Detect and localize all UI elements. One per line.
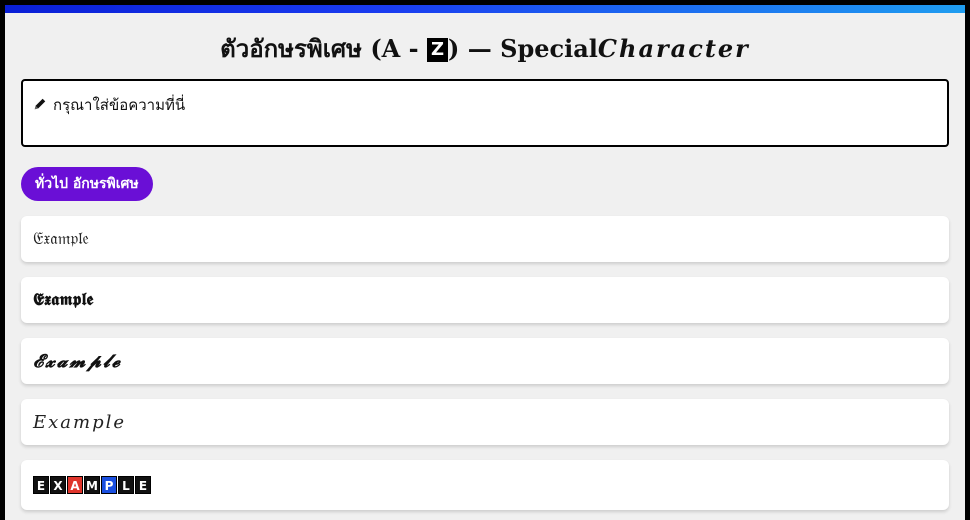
page-title: ตัวอักษรพิเศษ (A - Z) — SpecialCharacter: [5, 29, 965, 68]
boxed-letter: E: [33, 476, 49, 494]
text-input[interactable]: กรุณาใส่ข้อความที่นี่: [21, 79, 949, 147]
title-script: Character: [597, 34, 750, 63]
title-z-box: Z: [426, 38, 449, 62]
result-text: 𝐸𝑥𝑎𝑚𝑝𝑙𝑒: [33, 411, 127, 433]
result-text: 𝔈𝔵𝔞𝔪𝔭𝔩𝔢: [33, 229, 89, 249]
app-frame: ตัวอักษรพิเศษ (A - Z) — SpecialCharacter…: [5, 5, 965, 520]
title-mid: ) — Special: [448, 34, 598, 63]
boxed-letter: M: [84, 476, 100, 494]
boxed-letter: X: [50, 476, 66, 494]
boxed-letter: E: [135, 476, 151, 494]
result-card-bold-script[interactable]: 𝓔𝔁𝓪𝓶𝓹𝓵𝓮: [21, 338, 949, 384]
boxed-letter: P: [101, 476, 117, 494]
result-card-fraktur[interactable]: 𝔈𝔵𝔞𝔪𝔭𝔩𝔢: [21, 216, 949, 262]
boxed-letter: A: [67, 476, 83, 494]
boxed-letters: EXAMPLE: [33, 476, 151, 494]
result-text: 𝕰𝖝𝖆𝖒𝖕𝖑𝖊: [33, 290, 94, 310]
result-card-bold-fraktur[interactable]: 𝕰𝖝𝖆𝖒𝖕𝖑𝖊: [21, 277, 949, 323]
input-placeholder: กรุณาใส่ข้อความที่นี่: [53, 96, 186, 114]
boxed-letter: L: [118, 476, 134, 494]
pencil-icon: [34, 98, 46, 110]
top-accent-bar: [5, 5, 965, 13]
result-text: 𝓔𝔁𝓪𝓶𝓹𝓵𝓮: [33, 350, 122, 372]
title-thai: ตัวอักษรพิเศษ (A -: [220, 34, 427, 63]
result-card-italic[interactable]: 𝐸𝑥𝑎𝑚𝑝𝑙𝑒: [21, 399, 949, 445]
tab-general-special[interactable]: ทั่วไป อักษรพิเศษ: [21, 167, 153, 201]
result-card-boxed[interactable]: EXAMPLE: [21, 460, 949, 510]
